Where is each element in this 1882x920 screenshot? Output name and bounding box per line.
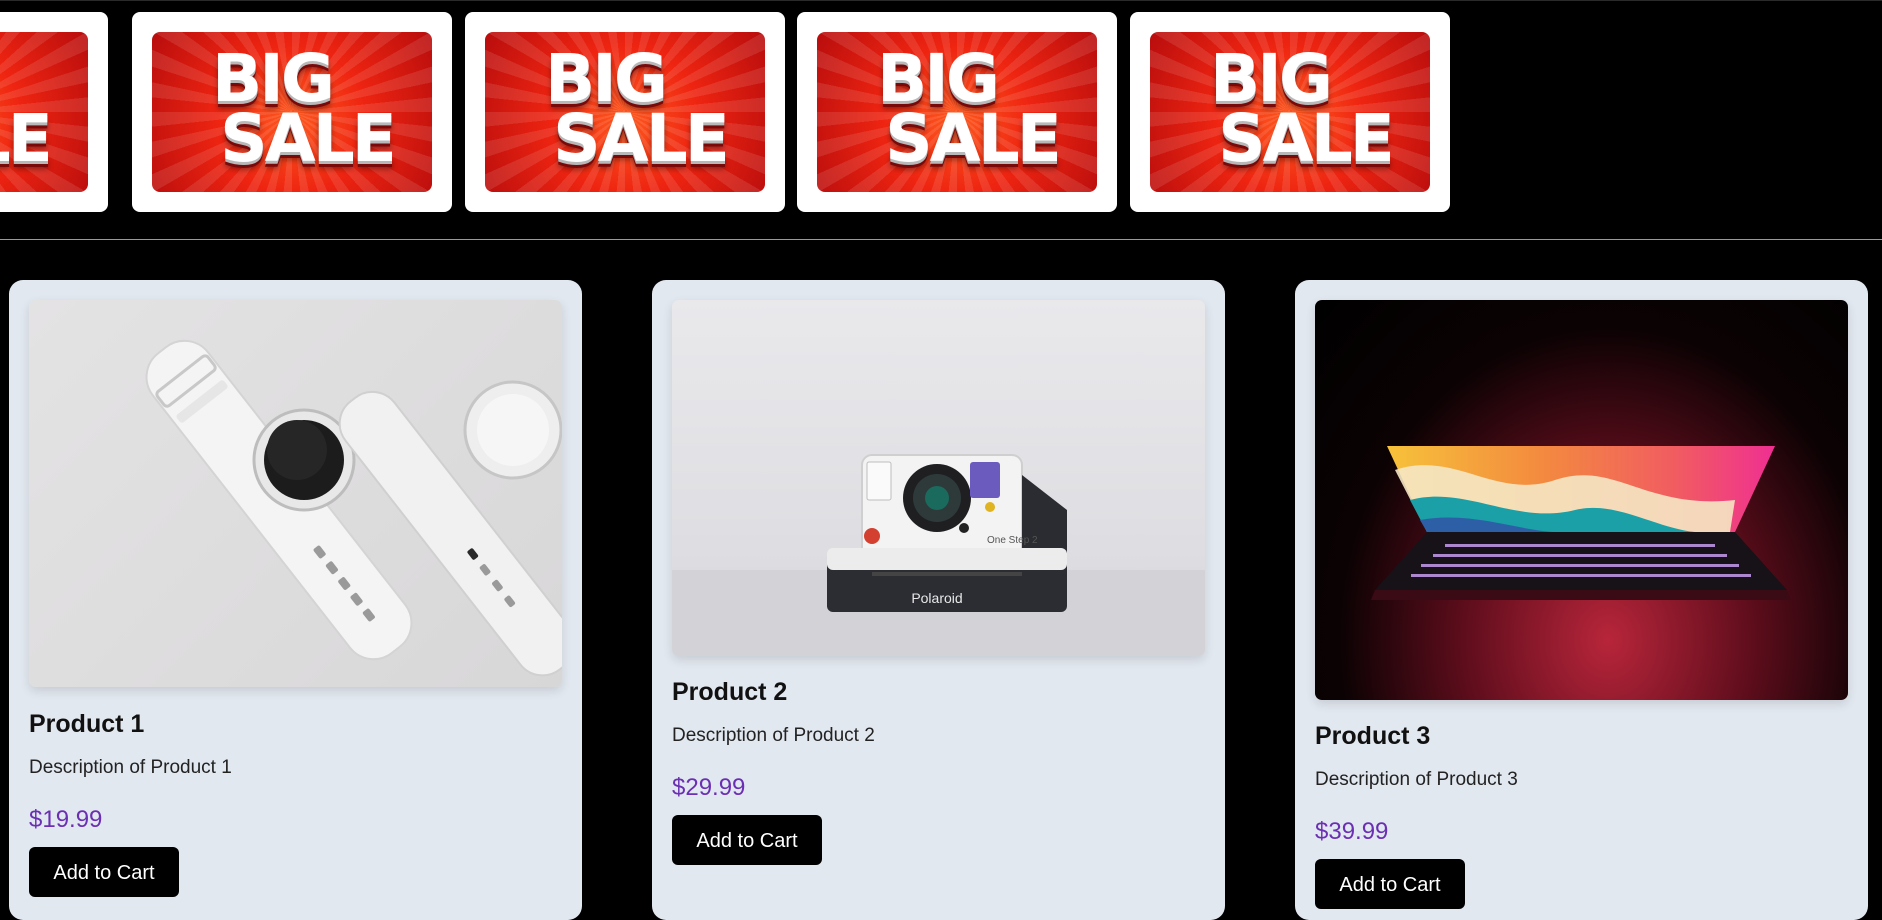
camera-model-label: One Step 2 — [987, 535, 1038, 546]
product-image[interactable] — [29, 300, 562, 687]
banner-carousel: BIG SALE BIG SALE BIG SALE BIG SALE — [0, 0, 1882, 240]
banner-slide[interactable]: BIG SALE — [132, 12, 452, 212]
product-price: $39.99 — [1315, 818, 1389, 845]
add-to-cart-button[interactable]: Add to Cart — [672, 815, 822, 865]
product-image[interactable] — [1315, 300, 1848, 700]
product-price: $29.99 — [672, 774, 746, 801]
banner-word-sale: SALE — [1218, 100, 1395, 177]
add-to-cart-button[interactable]: Add to Cart — [29, 847, 179, 897]
product-image[interactable]: Polaroid One Step 2 — [672, 300, 1205, 656]
product-card-3: Product 3 Description of Product 3 $39.9… — [1295, 280, 1868, 920]
banner-slide[interactable]: BIG SALE — [465, 12, 785, 212]
banner-word-sale: SALE — [220, 100, 397, 177]
product-description: Description of Product 3 — [1315, 769, 1518, 790]
product-card-1: Product 1 Description of Product 1 $19.9… — [9, 280, 582, 920]
product-title: Product 3 — [1315, 722, 1431, 750]
product-title: Product 2 — [672, 678, 788, 706]
big-sale-banner: BIG SALE — [0, 32, 88, 192]
product-card-2: Polaroid One Step 2 Product 2 Descriptio… — [652, 280, 1225, 920]
banner-word-sale: SALE — [885, 100, 1062, 177]
banner-slide[interactable]: BIG SALE — [1130, 12, 1450, 212]
product-price: $19.99 — [29, 806, 103, 833]
product-description: Description of Product 2 — [672, 725, 875, 746]
banner-word-sale: SALE — [553, 100, 730, 177]
camera-brand-label: Polaroid — [911, 590, 962, 606]
smartwatch-pair-photo — [145, 339, 562, 677]
product-title: Product 1 — [29, 710, 145, 738]
big-sale-banner: BIG SALE — [152, 32, 432, 192]
product-description: Description of Product 1 — [29, 757, 232, 778]
banner-slide[interactable]: BIG SALE — [797, 12, 1117, 212]
big-sale-banner: BIG SALE — [1150, 32, 1430, 192]
laptop-photo — [1371, 446, 1791, 600]
banner-slide[interactable]: BIG SALE — [0, 12, 108, 212]
add-to-cart-button[interactable]: Add to Cart — [1315, 859, 1465, 909]
banner-word-sale: SALE — [0, 100, 53, 177]
instant-camera-photo: Polaroid One Step 2 — [672, 454, 1205, 656]
big-sale-banner: BIG SALE — [817, 32, 1097, 192]
big-sale-banner: BIG SALE — [485, 32, 765, 192]
